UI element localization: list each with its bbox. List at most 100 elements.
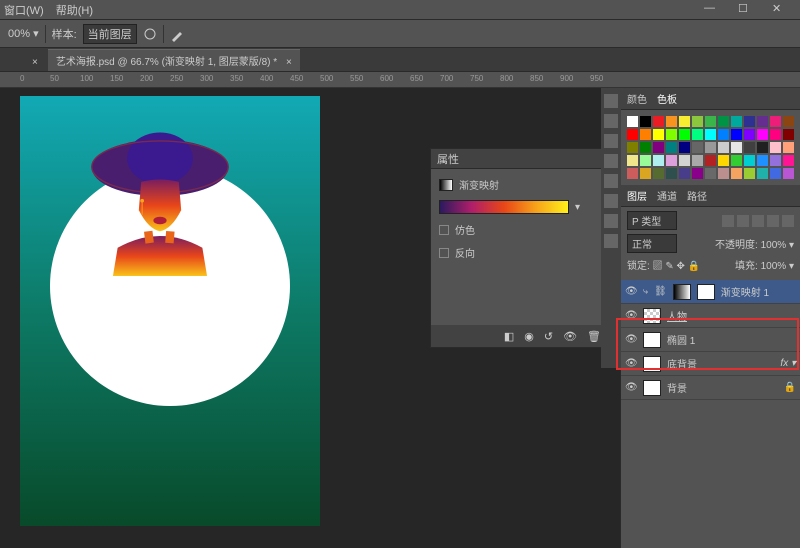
swatch[interactable] (731, 155, 742, 166)
tab-channels[interactable]: 通道 (657, 188, 677, 203)
swatch[interactable] (718, 155, 729, 166)
swatch[interactable] (653, 116, 664, 127)
document-tab[interactable]: × (24, 54, 46, 71)
panel-icon[interactable] (604, 94, 618, 108)
swatch[interactable] (666, 142, 677, 153)
swatch[interactable] (653, 168, 664, 179)
reverse-checkbox[interactable] (439, 248, 449, 258)
swatch[interactable] (783, 142, 794, 153)
properties-header[interactable]: 属性 (431, 149, 609, 169)
swatch[interactable] (783, 168, 794, 179)
swatch[interactable] (692, 142, 703, 153)
swatch[interactable] (770, 116, 781, 127)
layer-thumb[interactable] (643, 332, 661, 348)
panel-icon[interactable] (604, 194, 618, 208)
layer-filter-dropdown[interactable]: P 类型 (627, 211, 677, 230)
swatch[interactable] (705, 129, 716, 140)
swatch[interactable] (679, 168, 690, 179)
swatch[interactable] (692, 168, 703, 179)
visibility-icon[interactable]: 👁 (563, 330, 577, 343)
swatch[interactable] (640, 116, 651, 127)
layer-name[interactable]: 底背景 (667, 356, 697, 371)
layer-name[interactable]: 人物 (667, 308, 687, 323)
close-icon[interactable]: ✕ (772, 2, 784, 14)
blend-mode-dropdown[interactable]: 正常 (627, 234, 677, 253)
filter-adjust-icon[interactable] (737, 215, 749, 227)
target-icon[interactable] (143, 27, 157, 41)
tab-color[interactable]: 颜色 (627, 91, 647, 106)
brush-icon[interactable] (170, 26, 186, 42)
swatch[interactable] (627, 155, 638, 166)
panel-icon[interactable] (604, 134, 618, 148)
swatch[interactable] (666, 155, 677, 166)
swatch[interactable] (705, 116, 716, 127)
tab-paths[interactable]: 路径 (687, 188, 707, 203)
gradient-picker[interactable] (439, 200, 569, 214)
filter-type-icon[interactable] (752, 215, 764, 227)
filter-shape-icon[interactable] (767, 215, 779, 227)
dither-checkbox[interactable] (439, 225, 449, 235)
swatch[interactable] (783, 155, 794, 166)
panel-icon[interactable] (604, 114, 618, 128)
maximize-icon[interactable]: ☐ (738, 2, 750, 14)
swatch[interactable] (744, 129, 755, 140)
swatch[interactable] (770, 129, 781, 140)
clip-icon[interactable]: ◧ (504, 330, 514, 343)
swatch[interactable] (718, 116, 729, 127)
layer-row[interactable]: 👁背景🔒 (621, 376, 800, 400)
swatch[interactable] (653, 142, 664, 153)
swatch[interactable] (757, 155, 768, 166)
swatch[interactable] (692, 155, 703, 166)
panel-icon[interactable] (604, 154, 618, 168)
swatch[interactable] (744, 168, 755, 179)
visibility-toggle-icon[interactable]: 👁 (625, 382, 637, 394)
reset-icon[interactable]: ↺ (544, 330, 553, 343)
gradient-dropdown-icon[interactable]: ▾ (575, 202, 580, 213)
swatch[interactable] (757, 142, 768, 153)
menu-help[interactable]: 帮助(H) (56, 2, 93, 18)
swatch[interactable] (679, 116, 690, 127)
swatch[interactable] (731, 142, 742, 153)
swatch[interactable] (770, 142, 781, 153)
panel-icon[interactable] (604, 234, 618, 248)
layer-name[interactable]: 椭圆 1 (667, 332, 695, 347)
swatch[interactable] (679, 142, 690, 153)
trash-icon[interactable]: 🗑 (587, 330, 601, 343)
view-icon[interactable]: ◉ (524, 330, 534, 343)
tab-swatches[interactable]: 色板 (657, 91, 677, 106)
swatch[interactable] (757, 168, 768, 179)
panel-icon[interactable] (604, 214, 618, 228)
visibility-toggle-icon[interactable]: 👁 (625, 334, 637, 346)
swatch[interactable] (718, 168, 729, 179)
layer-row[interactable]: 👁人物 (621, 304, 800, 328)
menu-window[interactable]: 窗口(W) (4, 2, 44, 18)
opacity-value[interactable]: 100% (761, 240, 787, 251)
swatch[interactable] (627, 168, 638, 179)
swatch[interactable] (705, 155, 716, 166)
swatch[interactable] (666, 116, 677, 127)
swatch[interactable] (757, 129, 768, 140)
swatch[interactable] (679, 155, 690, 166)
fill-value[interactable]: 100% (761, 261, 787, 272)
swatch[interactable] (692, 129, 703, 140)
document-tab-active[interactable]: 艺术海报.psd @ 66.7% (渐变映射 1, 图层蒙版/8) * × (48, 49, 300, 71)
swatch[interactable] (731, 129, 742, 140)
swatch[interactable] (783, 129, 794, 140)
filter-pixel-icon[interactable] (722, 215, 734, 227)
mask-thumb[interactable] (697, 284, 715, 300)
canvas[interactable] (20, 96, 320, 526)
swatch[interactable] (692, 116, 703, 127)
swatch[interactable] (770, 168, 781, 179)
swatch[interactable] (718, 129, 729, 140)
swatch[interactable] (666, 129, 677, 140)
layer-thumb[interactable] (643, 380, 661, 396)
swatch[interactable] (640, 155, 651, 166)
swatch[interactable] (731, 168, 742, 179)
swatch[interactable] (666, 168, 677, 179)
swatch[interactable] (783, 116, 794, 127)
layer-row[interactable]: 👁底背景fx ▾ (621, 352, 800, 376)
visibility-toggle-icon[interactable]: 👁 (625, 358, 637, 370)
layer-name[interactable]: 渐变映射 1 (721, 284, 769, 299)
swatch[interactable] (627, 142, 638, 153)
swatch[interactable] (627, 116, 638, 127)
